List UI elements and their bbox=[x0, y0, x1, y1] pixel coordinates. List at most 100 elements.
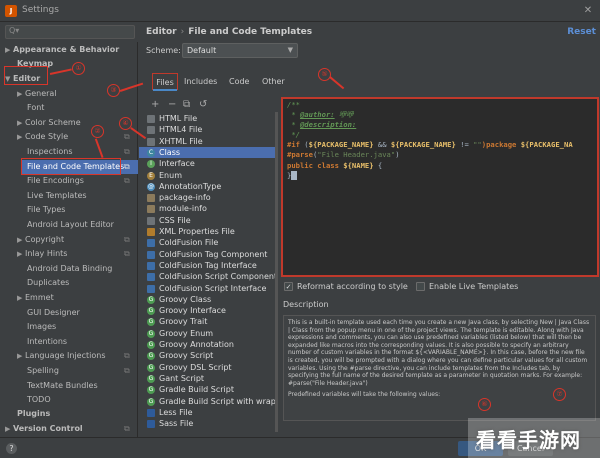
code-doc-tag: @description: bbox=[299, 120, 357, 130]
template-list-item[interactable]: G Groovy Trait bbox=[139, 316, 278, 327]
sidebar-item-font[interactable]: Font bbox=[27, 101, 44, 115]
sidebar-item-file-encodings[interactable]: File Encodings bbox=[27, 174, 84, 188]
sidebar-item-spelling[interactable]: Spelling bbox=[27, 364, 59, 378]
tab-code[interactable]: Code bbox=[229, 73, 249, 90]
sidebar-item-android-layout-editor[interactable]: Android Layout Editor bbox=[27, 218, 114, 232]
sidebar-item-general[interactable]: ▶ General bbox=[17, 87, 57, 101]
sidebar-item-gui-designer[interactable]: GUI Designer bbox=[27, 306, 80, 320]
reformat-checkbox[interactable]: ✓ bbox=[284, 282, 293, 291]
template-list-item[interactable]: Sass File bbox=[139, 418, 278, 429]
doc-file-icon bbox=[147, 126, 155, 135]
close-icon[interactable]: ✕ bbox=[580, 3, 596, 19]
sidebar-item-images[interactable]: Images bbox=[27, 320, 56, 334]
template-label: AnnotationType bbox=[159, 181, 222, 191]
sidebar-item-copyright[interactable]: ▶ Copyright bbox=[17, 233, 64, 247]
template-list-item[interactable]: @ AnnotationType bbox=[139, 181, 278, 192]
sidebar-item-android-data-binding[interactable]: Android Data Binding bbox=[27, 262, 112, 276]
template-list-item[interactable]: package-info bbox=[139, 192, 278, 203]
annotation-marker: ① bbox=[72, 62, 85, 75]
sidebar-item-label: TextMate Bundles bbox=[27, 381, 98, 390]
copy-icon: ⧉ bbox=[124, 235, 130, 244]
description-text-2: Predefined variables will take the follo… bbox=[288, 391, 441, 399]
sidebar-item-inspections[interactable]: Inspections bbox=[27, 145, 73, 159]
sidebar-item-plugins[interactable]: Plugins bbox=[17, 407, 50, 421]
sidebar-item-label: Android Layout Editor bbox=[27, 220, 114, 229]
template-label: Class bbox=[159, 147, 181, 157]
live-templates-checkbox[interactable] bbox=[416, 282, 425, 291]
sidebar-item-file-types[interactable]: File Types bbox=[27, 203, 65, 217]
annotation-marker: ⑦ bbox=[553, 388, 566, 401]
template-list-item[interactable]: C Class bbox=[139, 146, 278, 159]
template-list-item[interactable]: ColdFusion Tag Component bbox=[139, 249, 278, 260]
live-templates-option[interactable]: Enable Live Templates bbox=[416, 281, 518, 293]
tab-other[interactable]: Other bbox=[262, 73, 285, 90]
sidebar-item-appearance[interactable]: ▶ Appearance & Behavior bbox=[5, 43, 119, 57]
template-list-item[interactable]: HTML4 File bbox=[139, 124, 278, 135]
template-list-item[interactable]: Less File bbox=[139, 407, 278, 418]
template-list-item[interactable]: G Gant Script bbox=[139, 373, 278, 384]
template-list-item[interactable]: G Gradle Build Script bbox=[139, 384, 278, 395]
template-list-item[interactable]: CSS File bbox=[139, 215, 278, 226]
copy-icon[interactable]: ⧉ bbox=[183, 99, 190, 110]
sidebar-item-inlay-hints[interactable]: ▶ Inlay Hints bbox=[17, 247, 67, 261]
template-list-item[interactable]: G Groovy DSL Script bbox=[139, 362, 278, 373]
add-icon[interactable]: + bbox=[151, 99, 159, 110]
groovy-file-icon: G bbox=[147, 374, 155, 383]
search-input[interactable]: Q▾ bbox=[5, 25, 135, 39]
sidebar-item-language-injections[interactable]: ▶ Language Injections bbox=[17, 349, 106, 363]
template-list-item[interactable]: ColdFusion Tag Interface bbox=[139, 260, 278, 271]
chevron-right-icon: ▶ bbox=[17, 352, 23, 360]
template-label: Gant Script bbox=[159, 373, 205, 383]
breadcrumb: Editor › File and Code Templates bbox=[146, 27, 312, 37]
sidebar-item-label: Language Injections bbox=[25, 351, 106, 360]
sidebar-item-textmate-bundles[interactable]: TextMate Bundles bbox=[27, 379, 98, 393]
code-keyword: #if bbox=[287, 140, 300, 150]
pkg-file-icon bbox=[147, 205, 155, 214]
annotation-marker: ② bbox=[91, 125, 104, 138]
tab-files[interactable]: Files bbox=[152, 73, 178, 91]
sidebar-item-version-control[interactable]: ▶ Version Control bbox=[5, 422, 83, 436]
template-list-item[interactable]: XHTML File bbox=[139, 136, 278, 147]
sidebar-item-intentions[interactable]: Intentions bbox=[27, 335, 67, 349]
help-icon[interactable]: ? bbox=[6, 443, 17, 454]
template-list-item[interactable]: I Interface bbox=[139, 158, 278, 169]
template-list-item[interactable]: E Enum bbox=[139, 170, 278, 181]
sidebar-item-label: Version Control bbox=[13, 424, 83, 433]
template-list-item[interactable]: G Groovy Interface bbox=[139, 305, 278, 316]
template-list-item[interactable]: ColdFusion Script Interface bbox=[139, 283, 278, 294]
title-bar: J Settings ✕ bbox=[0, 0, 600, 22]
sidebar-item-duplicates[interactable]: Duplicates bbox=[27, 276, 69, 290]
template-list-item[interactable]: HTML File bbox=[139, 113, 278, 124]
template-list-item[interactable]: XML Properties File bbox=[139, 226, 278, 237]
sidebar-item-color-scheme[interactable]: ▶ Color Scheme bbox=[17, 116, 81, 130]
tab-includes[interactable]: Includes bbox=[184, 73, 217, 90]
reformat-option[interactable]: ✓ Reformat according to style bbox=[284, 281, 408, 293]
template-list-item[interactable]: ColdFusion File bbox=[139, 237, 278, 248]
cf-file-icon bbox=[147, 273, 155, 282]
sidebar-item-todo[interactable]: TODO bbox=[27, 393, 51, 407]
groovy-file-icon: G bbox=[147, 307, 155, 316]
sidebar-item-label: Appearance & Behavior bbox=[13, 45, 120, 54]
template-list-item[interactable]: module-info bbox=[139, 203, 278, 214]
reset-icon[interactable]: ↺ bbox=[199, 99, 207, 110]
list-scrollbar[interactable] bbox=[275, 112, 278, 432]
template-list-item[interactable]: ColdFusion Script Component bbox=[139, 271, 278, 282]
template-list-item[interactable]: G Groovy Enum bbox=[139, 328, 278, 339]
template-list-item[interactable]: G Groovy Script bbox=[139, 350, 278, 361]
template-editor[interactable]: /** * @author: 咿咿 * @description: */ #if… bbox=[281, 97, 599, 277]
template-list-item[interactable]: G Groovy Annotation bbox=[139, 339, 278, 350]
reset-link[interactable]: Reset bbox=[567, 27, 596, 37]
sidebar-item-code-style[interactable]: ▶ Code Style bbox=[17, 130, 68, 144]
template-list-item[interactable]: G Groovy Class bbox=[139, 294, 278, 305]
groovy-file-icon: G bbox=[147, 295, 155, 304]
groovy-file-icon: G bbox=[147, 318, 155, 327]
scheme-select[interactable]: Default ▼ bbox=[182, 43, 298, 58]
sidebar-item-emmet[interactable]: ▶ Emmet bbox=[17, 291, 54, 305]
code-comment: 咿咿 bbox=[334, 110, 354, 120]
remove-icon[interactable]: − bbox=[168, 99, 176, 110]
copy-icon: ⧉ bbox=[124, 162, 130, 171]
description-panel: This is a built-in template used each ti… bbox=[283, 315, 596, 421]
sidebar-item-live-templates[interactable]: Live Templates bbox=[27, 189, 87, 203]
code-text: { bbox=[373, 160, 383, 170]
template-list-item[interactable]: G Gradle Build Script with wrapper bbox=[139, 396, 278, 407]
